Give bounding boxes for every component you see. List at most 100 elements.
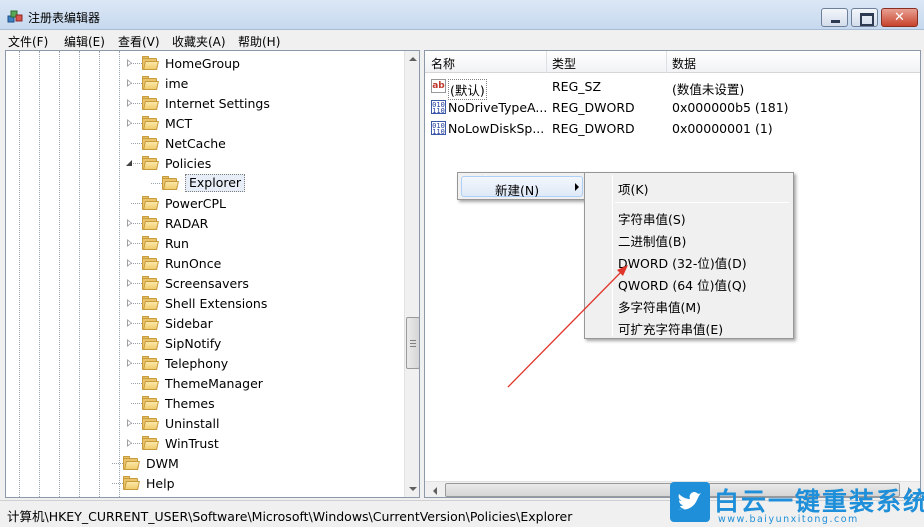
tree-connector [131, 443, 142, 444]
tree-item[interactable]: RADAR [6, 213, 403, 233]
watermark: 白云一键重装系统 www.baiyunxitong.com [668, 480, 924, 527]
expand-arrow-icon[interactable] [127, 259, 132, 267]
menu-favorites[interactable]: 收藏夹(A) [172, 33, 226, 50]
column-separator[interactable] [666, 51, 667, 73]
expand-arrow-icon[interactable] [127, 219, 132, 227]
menu-item-new[interactable]: 新建(N) [461, 176, 583, 198]
tree-item[interactable]: Explorer [6, 173, 403, 193]
tree-connector [131, 363, 142, 364]
grip-icon [410, 340, 416, 341]
maximize-button[interactable] [851, 8, 878, 27]
expand-arrow-icon[interactable] [127, 59, 132, 67]
grip-icon [410, 343, 416, 344]
tree-connector [131, 163, 142, 164]
tree-item[interactable]: PowerCPL [6, 193, 403, 213]
tree-item[interactable]: Help [6, 473, 403, 493]
tree-item[interactable]: Shell Extensions [6, 293, 403, 313]
menu-item-binary-value[interactable]: 二进制值(B) [618, 231, 686, 250]
menu-item-expandable-string-value[interactable]: 可扩充字符串值(E) [618, 319, 723, 338]
tree-connector [112, 483, 123, 484]
folder-icon [142, 76, 159, 90]
close-icon: ✕ [894, 10, 905, 25]
menu-help[interactable]: 帮助(H) [238, 33, 280, 50]
menu-item-string-value[interactable]: 字符串值(S) [618, 209, 686, 228]
tree-connector [131, 323, 142, 324]
tree-item[interactable]: Policies [6, 153, 403, 173]
expand-arrow-icon[interactable] [127, 319, 132, 327]
title-bar: 注册表编辑器 ✕ [0, 0, 924, 30]
expand-arrow-icon[interactable] [127, 79, 132, 87]
folder-icon [123, 456, 140, 470]
tree-item[interactable]: RunOnce [6, 253, 403, 273]
tree-item[interactable]: Telephony [6, 353, 403, 373]
folder-icon [142, 236, 159, 250]
tree-item-label: NetCache [165, 136, 226, 151]
tree-item[interactable]: MCT [6, 113, 403, 133]
tree-scrollbar[interactable] [404, 51, 419, 497]
value-data: 0x000000b5 (181) [672, 100, 789, 115]
menu-item-dword-value[interactable]: DWORD (32-位)值(D) [618, 253, 747, 272]
key-tree-pane[interactable]: HomeGroup ime Internet Settings MCT NetCache… [5, 50, 420, 498]
tree-item[interactable]: WinTrust [6, 433, 403, 453]
tree-item[interactable]: Sidebar [6, 313, 403, 333]
tree-item[interactable]: SipNotify [6, 333, 403, 353]
expand-arrow-icon[interactable] [127, 339, 132, 347]
tree-connector [131, 243, 142, 244]
folder-icon [142, 356, 159, 370]
tree-item[interactable]: Internet Settings [6, 93, 403, 113]
tree-item-label: Uninstall [165, 416, 220, 431]
tree-item-label: Themes [165, 396, 215, 411]
tree-connector [131, 423, 142, 424]
tree-item-label: Help [146, 476, 175, 491]
expand-arrow-icon[interactable] [127, 359, 132, 367]
scrollbar-thumb[interactable] [406, 317, 419, 369]
expand-arrow-icon[interactable] [127, 299, 132, 307]
folder-icon [142, 396, 159, 410]
close-button[interactable]: ✕ [881, 8, 918, 27]
folder-icon [142, 116, 159, 130]
menu-view[interactable]: 查看(V) [118, 33, 160, 50]
tree-item[interactable]: Themes [6, 393, 403, 413]
scroll-up-icon[interactable] [409, 57, 417, 61]
tree-item[interactable]: NetCache [6, 133, 403, 153]
value-row[interactable]: ab (默认) REG_SZ (数值未设置) [425, 76, 920, 100]
tree-item[interactable]: Screensavers [6, 273, 403, 293]
minimize-button[interactable] [821, 8, 848, 27]
column-name-header[interactable]: 名称 [431, 55, 455, 72]
menu-edit[interactable]: 编辑(E) [64, 33, 105, 50]
expand-arrow-icon[interactable] [127, 99, 132, 107]
scroll-left-icon[interactable] [433, 487, 437, 495]
submenu-arrow-icon [575, 183, 579, 191]
maximize-icon [852, 9, 877, 26]
tree-item[interactable]: DWM [6, 453, 403, 473]
tree-item[interactable]: ThemeManager [6, 373, 403, 393]
scroll-down-icon[interactable] [409, 487, 417, 491]
menu-item-qword-value[interactable]: QWORD (64 位)值(Q) [618, 275, 747, 294]
tree-item[interactable]: Uninstall [6, 413, 403, 433]
menu-item-key[interactable]: 项(K) [618, 179, 648, 198]
collapse-arrow-icon[interactable] [126, 160, 132, 166]
tree-connector [131, 263, 142, 264]
folder-icon [142, 216, 159, 230]
expand-arrow-icon[interactable] [127, 439, 132, 447]
tree-item-label: Sidebar [165, 316, 213, 331]
column-separator[interactable] [546, 51, 547, 73]
expand-arrow-icon[interactable] [127, 119, 132, 127]
folder-icon [142, 96, 159, 110]
value-row[interactable]: 010 110 NoDriveTypeA... REG_DWORD 0x000000b… [425, 97, 920, 118]
tree-item[interactable]: ime [6, 73, 403, 93]
expand-arrow-icon[interactable] [127, 279, 132, 287]
binary-value-icon: 010 110 [431, 100, 446, 115]
tree-connector [131, 383, 142, 384]
column-data-header[interactable]: 数据 [672, 55, 696, 72]
tree-item[interactable]: HomeGroup [6, 53, 403, 73]
value-row[interactable]: 010 110 NoLowDiskSp... REG_DWORD 0x00000001… [425, 118, 920, 139]
column-type-header[interactable]: 类型 [552, 55, 576, 72]
tree-item[interactable]: Run [6, 233, 403, 253]
menu-file[interactable]: 文件(F) [8, 33, 48, 50]
menu-separator [615, 202, 789, 203]
expand-arrow-icon[interactable] [127, 239, 132, 247]
expand-arrow-icon[interactable] [127, 419, 132, 427]
menu-item-multi-string-value[interactable]: 多字符串值(M) [618, 297, 701, 316]
tree-item-label: RADAR [165, 216, 209, 231]
